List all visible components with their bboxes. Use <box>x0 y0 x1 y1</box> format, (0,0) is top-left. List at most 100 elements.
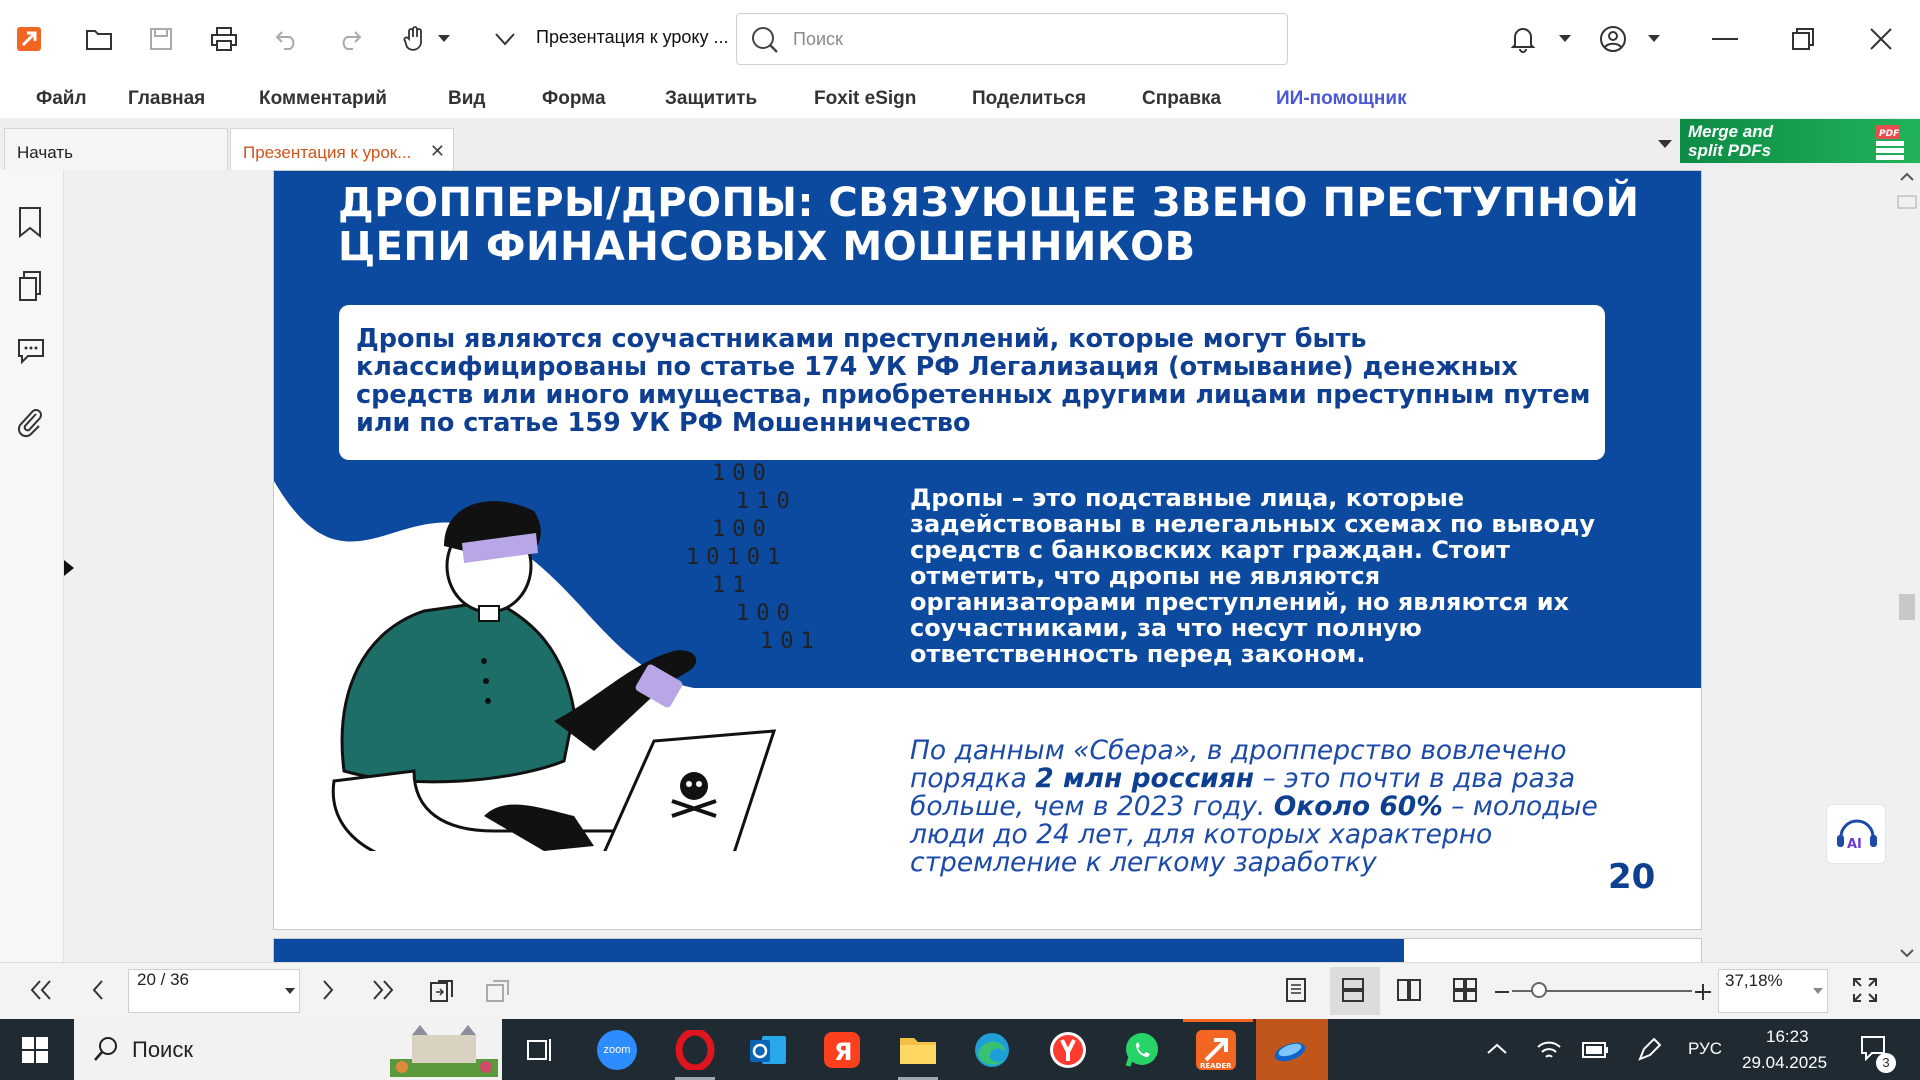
menu-bar: Файл Главная Комментарий Вид Форма Защит… <box>0 78 1920 118</box>
menu-view[interactable]: Вид <box>448 88 485 110</box>
page-number-input[interactable] <box>137 970 267 990</box>
menu-form[interactable]: Форма <box>542 88 606 110</box>
yandex-app-icon[interactable]: Я <box>822 1030 862 1070</box>
previous-page-icon[interactable] <box>86 977 116 1007</box>
menu-comment[interactable]: Комментарий <box>259 88 387 110</box>
next-slide-preview <box>273 938 1702 963</box>
tabs-bar: Начать Презентация к урок... ✕ <box>0 118 1920 170</box>
foxit-logo-icon[interactable] <box>12 22 46 56</box>
print-icon[interactable] <box>207 22 241 56</box>
binary-row-4: 10101 <box>686 545 788 570</box>
expand-panel-icon[interactable] <box>64 560 78 580</box>
quick-menu-chevron-icon[interactable] <box>488 22 522 56</box>
notification-count-badge: 3 <box>1876 1053 1896 1073</box>
menu-help[interactable]: Справка <box>1142 88 1221 110</box>
zoom-level-input[interactable] <box>1725 970 1805 992</box>
hand-tool-dropdown-icon[interactable] <box>432 22 456 56</box>
title-bar: Презентация к уроку ... <box>0 0 1920 78</box>
search-box[interactable] <box>736 13 1288 65</box>
next-view-icon[interactable] <box>484 977 514 1007</box>
pages-icon[interactable] <box>16 270 48 302</box>
tab-close-icon[interactable]: ✕ <box>430 141 445 162</box>
comments-icon[interactable] <box>16 336 48 368</box>
last-page-icon[interactable] <box>370 977 400 1007</box>
drops-description: Дропы – это подставные лица, которые зад… <box>910 484 1595 668</box>
account-icon[interactable] <box>1596 22 1630 56</box>
page-dropdown-icon[interactable] <box>285 988 295 995</box>
zoom-box[interactable] <box>1718 969 1828 1013</box>
binary-row-5: 11 <box>712 573 753 598</box>
taskbar-search[interactable]: Поиск <box>74 1019 502 1080</box>
save-icon[interactable] <box>144 22 178 56</box>
task-view-icon[interactable] <box>526 1037 554 1063</box>
clock-date[interactable]: 29.04.2025 <box>1742 1053 1827 1073</box>
zoom-dropdown-icon[interactable] <box>1813 988 1823 995</box>
ai-assistant-button[interactable]: AI <box>1826 804 1886 864</box>
account-dropdown-icon[interactable] <box>1643 22 1665 56</box>
vertical-scrollbar[interactable] <box>1894 170 1920 962</box>
attachment-icon[interactable] <box>16 406 48 438</box>
whatsapp-app-icon[interactable] <box>1122 1030 1162 1070</box>
fullscreen-icon[interactable] <box>1852 977 1882 1007</box>
zoom-out-icon[interactable] <box>1494 977 1524 1007</box>
yandex-browser-icon[interactable] <box>1048 1030 1088 1070</box>
pdf-stack-icon: PDF <box>1872 123 1908 160</box>
close-icon[interactable] <box>1864 22 1898 56</box>
next-page-icon[interactable] <box>314 977 344 1007</box>
menu-share[interactable]: Поделиться <box>972 88 1086 110</box>
unknown-app-icon[interactable] <box>1270 1030 1310 1070</box>
redo-icon[interactable] <box>333 22 367 56</box>
single-page-icon[interactable] <box>1284 977 1314 1007</box>
foxit-reader-app-icon[interactable]: READER <box>1196 1030 1236 1070</box>
opera-app-icon[interactable] <box>675 1030 715 1070</box>
bookmark-icon[interactable] <box>16 206 48 238</box>
tab-presentation[interactable]: Презентация к урок... ✕ <box>230 128 454 170</box>
tabs-dropdown-icon[interactable] <box>1658 140 1672 149</box>
bell-icon[interactable] <box>1506 22 1540 56</box>
search-input[interactable] <box>793 24 1263 54</box>
menu-protect[interactable]: Защитить <box>665 88 757 110</box>
show-hidden-icons-chevron[interactable] <box>1486 1043 1508 1055</box>
file-explorer-icon[interactable] <box>898 1030 938 1070</box>
tab-start[interactable]: Начать <box>4 128 228 170</box>
svg-text:Я: Я <box>834 1038 852 1066</box>
windows-start-icon[interactable] <box>22 1037 48 1063</box>
taskbar-search-label: Поиск <box>132 1037 193 1062</box>
binary-row-6: 100 <box>736 601 797 626</box>
page-number-box[interactable] <box>128 969 300 1013</box>
continuous-facing-icon[interactable] <box>1452 977 1482 1007</box>
continuous-page-icon[interactable] <box>1340 977 1370 1007</box>
edge-app-icon[interactable] <box>972 1030 1012 1070</box>
clock-time[interactable]: 16:23 <box>1766 1027 1809 1047</box>
keyboard-language[interactable]: РУС <box>1688 1039 1722 1059</box>
notifications-dropdown-icon[interactable] <box>1554 22 1576 56</box>
menu-esign[interactable]: Foxit eSign <box>814 88 916 110</box>
undo-icon[interactable] <box>270 22 304 56</box>
menu-file[interactable]: Файл <box>36 88 87 110</box>
foxit-active-highlight <box>1183 1019 1253 1022</box>
merge-split-promo[interactable]: Merge and split PDFs PDF <box>1680 119 1920 163</box>
tab-label: Начать <box>17 143 73 162</box>
next-slide-header-bar <box>274 939 1404 963</box>
minimize-icon[interactable] <box>1708 22 1742 56</box>
slide-page-number: 20 <box>1608 857 1656 897</box>
pdf-badge-label: PDF <box>1879 129 1900 139</box>
menu-ai-assistant[interactable]: ИИ-помощник <box>1276 88 1407 110</box>
first-page-icon[interactable] <box>28 977 58 1007</box>
hand-tool-icon[interactable] <box>398 22 432 56</box>
left-panel-rail <box>0 170 64 962</box>
slide-page: ДРОППЕРЫ/ДРОПЫ: СВЯЗУЮЩЕЕ ЗВЕНО ПРЕСТУПН… <box>273 170 1702 930</box>
binary-row-7: 101 <box>760 629 821 654</box>
open-folder-icon[interactable] <box>82 22 116 56</box>
restore-icon[interactable] <box>1786 22 1820 56</box>
pen-icon[interactable] <box>1636 1037 1662 1063</box>
binary-row-3: 100 <box>712 517 773 542</box>
zoom-app-icon[interactable]: zoom <box>597 1030 637 1070</box>
network-icon[interactable] <box>1536 1037 1562 1063</box>
battery-icon[interactable] <box>1582 1041 1610 1059</box>
outlook-app-icon[interactable] <box>748 1030 788 1070</box>
zoom-slider-knob[interactable] <box>1531 982 1547 998</box>
facing-pages-icon[interactable] <box>1396 977 1426 1007</box>
menu-home[interactable]: Главная <box>128 88 205 110</box>
previous-view-icon[interactable] <box>428 977 458 1007</box>
